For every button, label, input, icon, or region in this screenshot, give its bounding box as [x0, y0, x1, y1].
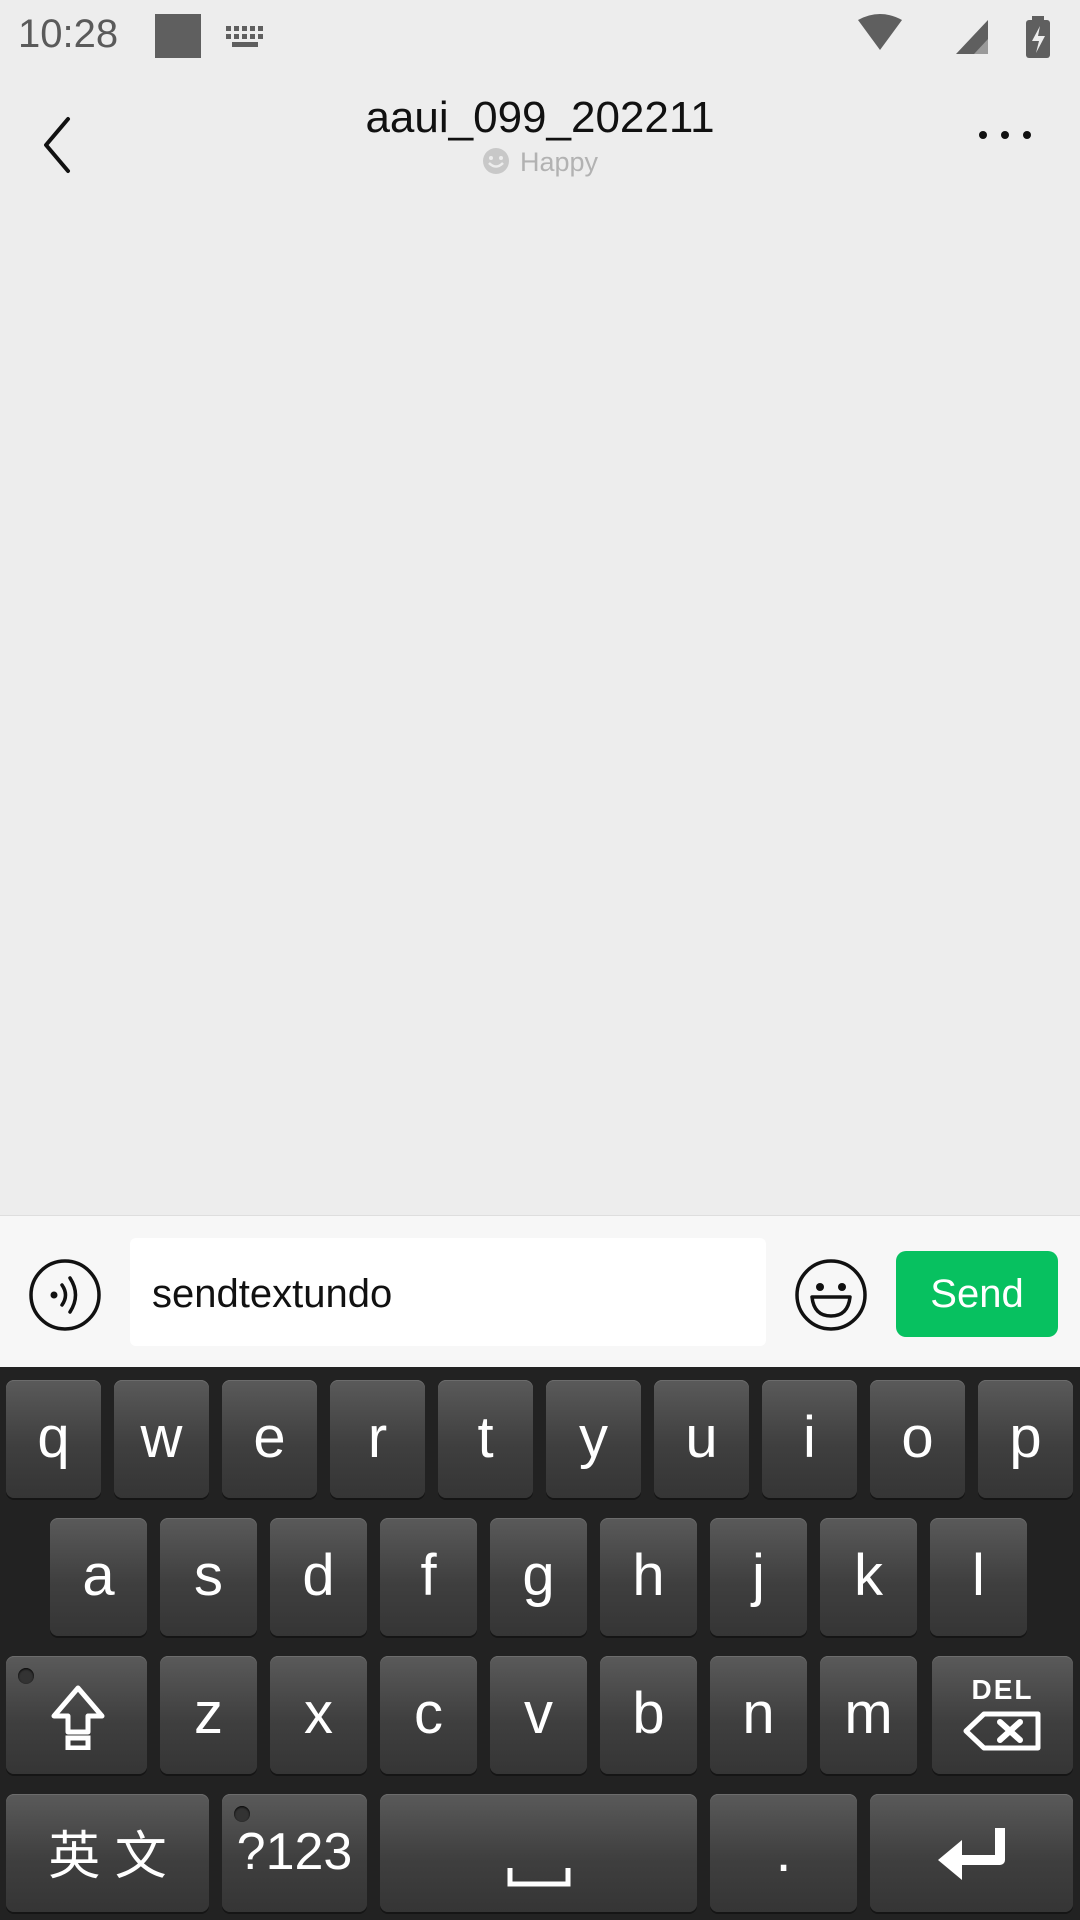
key-z[interactable]: z — [160, 1656, 257, 1774]
chat-title: aaui_099_202211 — [365, 93, 715, 142]
key-label: j — [752, 1543, 765, 1609]
key-c[interactable]: c — [380, 1656, 477, 1774]
key-label: x — [304, 1681, 333, 1747]
key-period[interactable]: . — [710, 1794, 857, 1912]
key-f[interactable]: f — [380, 1518, 477, 1636]
key-label: s — [194, 1543, 223, 1609]
shift-icon — [51, 1685, 105, 1750]
key-label: o — [901, 1405, 934, 1471]
key-label: m — [844, 1681, 893, 1747]
backspace-icon — [963, 1711, 1041, 1751]
message-input-bar: sendtextundo Send — [0, 1215, 1080, 1368]
key-label: a — [82, 1543, 115, 1609]
key-x[interactable]: x — [270, 1656, 367, 1774]
key-label: b — [632, 1681, 665, 1747]
key-n[interactable]: n — [710, 1656, 807, 1774]
key-l[interactable]: l — [930, 1518, 1027, 1636]
key-u[interactable]: u — [654, 1380, 749, 1498]
status-time: 10:28 — [18, 12, 119, 56]
key-g[interactable]: g — [490, 1518, 587, 1636]
key-label: 英 文 — [48, 1828, 167, 1886]
key-label: n — [742, 1681, 775, 1747]
key-label: w — [140, 1405, 183, 1471]
message-input[interactable]: sendtextundo — [130, 1238, 766, 1346]
key-label: r — [367, 1405, 388, 1471]
key-label: ?123 — [236, 1822, 353, 1881]
soft-keyboard: q w e r t y u i o p a s d f g h j k l z … — [0, 1367, 1080, 1920]
emoji-icon[interactable] — [794, 1258, 868, 1332]
key-k[interactable]: k — [820, 1518, 917, 1636]
key-y[interactable]: y — [546, 1380, 641, 1498]
key-label: h — [632, 1543, 665, 1609]
key-label: l — [972, 1543, 985, 1609]
key-s[interactable]: s — [160, 1518, 257, 1636]
key-delete[interactable]: DEL — [932, 1656, 1073, 1774]
key-b[interactable]: b — [600, 1656, 697, 1774]
indicator-dot — [234, 1806, 250, 1822]
space-icon — [507, 1868, 571, 1887]
key-label: p — [1009, 1405, 1042, 1471]
smile-status-icon — [482, 148, 509, 174]
key-o[interactable]: o — [870, 1380, 965, 1498]
status-bar: 10:28 — [0, 0, 1080, 75]
message-input-value[interactable]: sendtextundo — [152, 1272, 392, 1317]
key-q[interactable]: q — [6, 1380, 101, 1498]
send-button[interactable]: Send — [896, 1251, 1058, 1337]
delete-key-label: DEL — [971, 1674, 1034, 1705]
voice-input-icon[interactable] — [28, 1258, 102, 1332]
key-a[interactable]: a — [50, 1518, 147, 1636]
enter-icon — [938, 1828, 1005, 1880]
key-label: v — [524, 1681, 553, 1747]
key-shift[interactable] — [6, 1656, 147, 1774]
key-label: g — [522, 1543, 555, 1609]
key-j[interactable]: j — [710, 1518, 807, 1636]
key-d[interactable]: d — [270, 1518, 367, 1636]
notification-icon — [155, 14, 201, 58]
key-w[interactable]: w — [114, 1380, 209, 1498]
key-h[interactable]: h — [600, 1518, 697, 1636]
key-r[interactable]: r — [330, 1380, 425, 1498]
keyboard-status-icon — [226, 26, 263, 47]
chat-status: Happy — [0, 147, 1080, 178]
status-icons — [858, 14, 1050, 58]
key-label: f — [420, 1543, 437, 1609]
key-label: z — [194, 1681, 223, 1747]
key-p[interactable]: p — [978, 1380, 1073, 1498]
more-options-icon[interactable] — [970, 115, 1040, 155]
key-label: i — [803, 1405, 816, 1471]
key-language[interactable]: 英 文 — [6, 1794, 209, 1912]
key-enter[interactable] — [870, 1794, 1073, 1912]
wifi-icon — [858, 14, 902, 50]
key-label: d — [302, 1543, 335, 1609]
indicator-dot — [18, 1668, 34, 1684]
key-symbols[interactable]: ?123 — [222, 1794, 367, 1912]
key-t[interactable]: t — [438, 1380, 533, 1498]
key-m[interactable]: m — [820, 1656, 917, 1774]
key-label: u — [685, 1405, 718, 1471]
key-label: t — [477, 1405, 494, 1471]
key-label: e — [253, 1405, 286, 1471]
key-space[interactable] — [380, 1794, 697, 1912]
chat-header: aaui_099_202211 Happy — [0, 75, 1080, 200]
key-label: y — [579, 1405, 608, 1471]
chat-status-text: Happy — [519, 147, 599, 177]
key-label: q — [37, 1405, 70, 1471]
key-e[interactable]: e — [222, 1380, 317, 1498]
key-label: k — [854, 1543, 883, 1609]
key-label: c — [414, 1681, 443, 1747]
key-label: . — [775, 1819, 792, 1885]
key-v[interactable]: v — [490, 1656, 587, 1774]
key-i[interactable]: i — [762, 1380, 857, 1498]
